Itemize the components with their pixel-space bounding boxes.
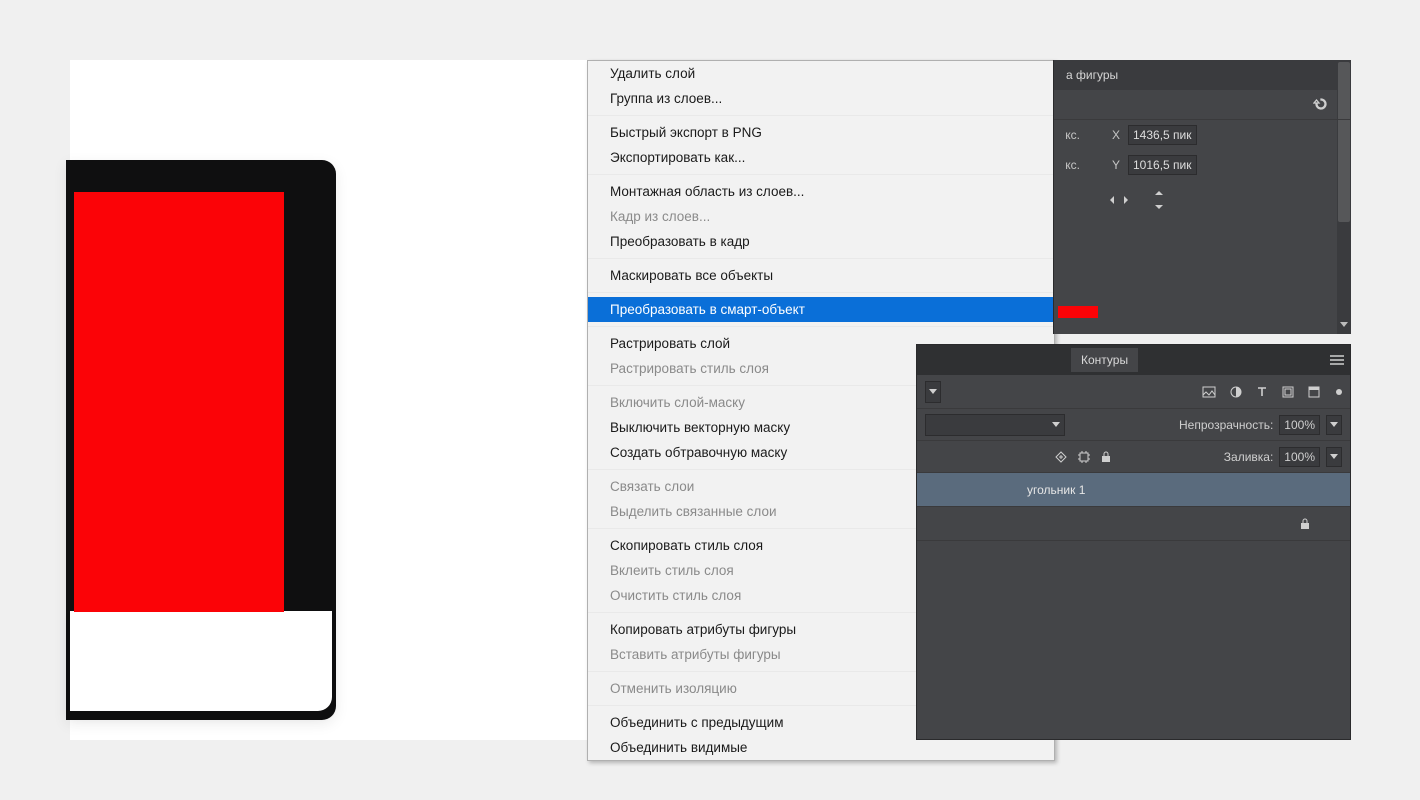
- menu-item[interactable]: Удалить слой: [588, 61, 1054, 86]
- stage: Удалить слойГруппа из слоев... Быстрый эк…: [0, 0, 1420, 800]
- lock-artboard-icon[interactable]: [1077, 451, 1091, 463]
- properties-reset-row: [1054, 90, 1351, 120]
- y-value-field[interactable]: 1016,5 пик: [1128, 155, 1197, 175]
- layer-name: угольник 1: [1027, 483, 1085, 497]
- menu-item: Кадр из слоев...: [588, 204, 1054, 229]
- x-label: X: [1110, 128, 1122, 142]
- filter-smartobject-icon[interactable]: [1308, 386, 1320, 398]
- unit-suffix: кс.: [1058, 128, 1080, 142]
- menu-item[interactable]: Монтажная область из слоев...: [588, 179, 1054, 204]
- panel-menu-icon[interactable]: [1330, 355, 1344, 365]
- fill-value-field[interactable]: 100%: [1279, 447, 1320, 467]
- fill-row: Заливка: 100%: [917, 441, 1350, 473]
- fill-label: Заливка:: [1224, 450, 1274, 464]
- monitor-base: [70, 611, 332, 711]
- menu-separator: [588, 174, 1054, 175]
- menu-separator: [588, 292, 1054, 293]
- properties-tab-strip: а фигуры: [1054, 60, 1351, 90]
- shape-rectangle[interactable]: [74, 192, 284, 612]
- filter-type-icon[interactable]: [1256, 386, 1268, 398]
- lock-position-icon[interactable]: [1055, 451, 1067, 463]
- property-x-row: кс. X 1436,5 пик: [1054, 120, 1351, 150]
- scroll-down-icon[interactable]: [1338, 318, 1350, 332]
- layer-item-selected[interactable]: угольник 1: [917, 473, 1350, 507]
- layers-panel: Контуры Непрозрачность:: [916, 344, 1351, 740]
- unit-suffix: кс.: [1058, 158, 1080, 172]
- scrollbar-thumb[interactable]: [1338, 62, 1350, 222]
- properties-panel: а фигуры кс. X 1436,5 пик кс. Y 1016,5 п…: [1053, 60, 1351, 334]
- layers-tab-strip: Контуры: [917, 345, 1350, 375]
- x-value-field[interactable]: 1436,5 пик: [1128, 125, 1197, 145]
- layer-item-background[interactable]: [917, 507, 1350, 541]
- reset-icon[interactable]: [1313, 96, 1329, 112]
- opacity-label: Непрозрачность:: [1179, 418, 1273, 432]
- menu-item[interactable]: Экспортировать как...: [588, 145, 1054, 170]
- lock-icon: [1300, 518, 1310, 530]
- filter-shape-icon[interactable]: [1282, 386, 1294, 398]
- filter-adjustment-icon[interactable]: [1230, 386, 1242, 398]
- y-label: Y: [1110, 158, 1122, 172]
- menu-item[interactable]: Преобразовать в смарт-объект: [588, 297, 1054, 322]
- menu-item[interactable]: Преобразовать в кадр: [588, 229, 1054, 254]
- flip-horizontal-icon[interactable]: [1110, 193, 1128, 207]
- layer-kind-dropdown[interactable]: [925, 381, 941, 403]
- properties-title: а фигуры: [1058, 62, 1126, 88]
- flip-vertical-icon[interactable]: [1152, 191, 1166, 209]
- filter-pixel-icon[interactable]: [1202, 386, 1216, 398]
- opacity-row: Непрозрачность: 100%: [917, 409, 1350, 441]
- menu-item[interactable]: Группа из слоев...: [588, 86, 1054, 111]
- lock-all-icon[interactable]: [1101, 451, 1111, 463]
- shape-fill-swatch[interactable]: [1058, 306, 1098, 318]
- menu-separator: [588, 326, 1054, 327]
- menu-item[interactable]: Быстрый экспорт в PNG: [588, 120, 1054, 145]
- property-y-row: кс. Y 1016,5 пик: [1054, 150, 1351, 180]
- menu-separator: [588, 115, 1054, 116]
- opacity-dropdown-icon[interactable]: [1326, 415, 1342, 435]
- paths-tab[interactable]: Контуры: [1071, 348, 1138, 372]
- menu-item[interactable]: Маскировать все объекты: [588, 263, 1054, 288]
- blend-mode-dropdown[interactable]: [925, 414, 1065, 436]
- fill-dropdown-icon[interactable]: [1326, 447, 1342, 467]
- menu-separator: [588, 258, 1054, 259]
- opacity-value-field[interactable]: 100%: [1279, 415, 1320, 435]
- layer-filter-row: [917, 375, 1350, 409]
- flip-controls: [1054, 180, 1351, 220]
- filter-toggle-icon[interactable]: [1336, 389, 1342, 395]
